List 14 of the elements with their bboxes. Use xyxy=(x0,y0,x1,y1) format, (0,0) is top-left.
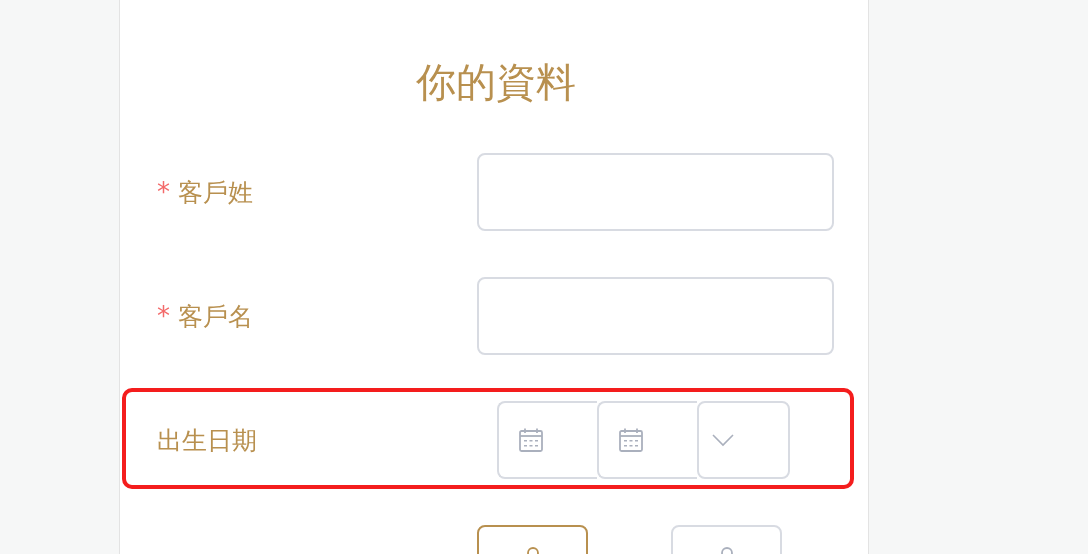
field-label: 出生日期 xyxy=(157,424,257,457)
form-title: 你的資料 xyxy=(414,58,577,107)
input-field[interactable] xyxy=(476,153,834,231)
input-field[interactable] xyxy=(476,277,834,355)
required-asterisk: * xyxy=(157,301,170,331)
date-picker[interactable] xyxy=(497,401,597,479)
field-label: 客戶姓 xyxy=(178,176,253,209)
calendar-icon xyxy=(518,427,544,453)
calendar-icon xyxy=(618,427,644,453)
required-asterisk: * xyxy=(157,177,170,207)
chevron-down-icon xyxy=(711,433,735,447)
dropdown-select[interactable] xyxy=(697,401,790,479)
date-picker[interactable] xyxy=(597,401,697,479)
field-label: 客戶名 xyxy=(178,300,253,333)
